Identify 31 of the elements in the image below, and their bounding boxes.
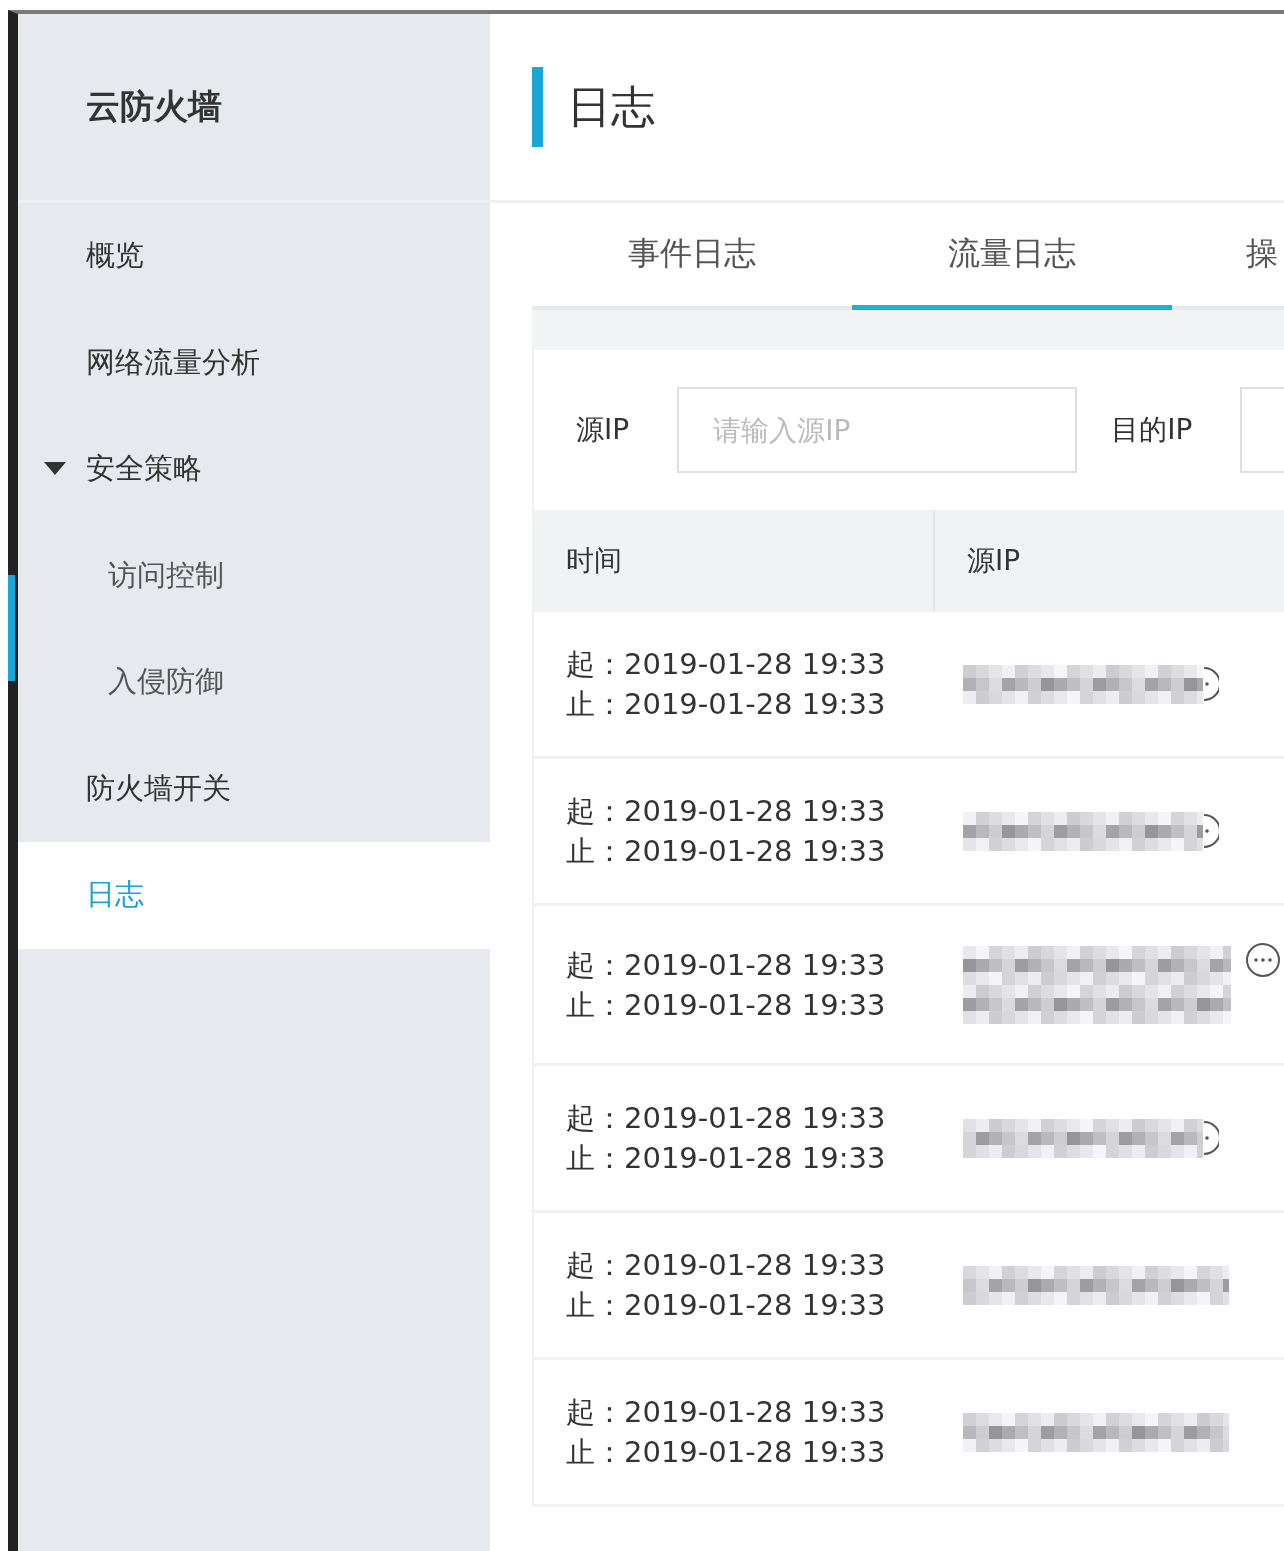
end-time: 止：2019-01-28 19:33	[566, 1140, 887, 1177]
end-time: 止：2019-01-28 19:33	[566, 986, 887, 1024]
start-time: 起：2019-01-28 19:33	[566, 946, 887, 984]
column-header: 源IP	[966, 543, 1022, 579]
tab[interactable]: 操	[1172, 203, 1284, 310]
column-header: 时间	[534, 510, 935, 612]
start-time: 起：2019-01-28 19:33	[566, 1247, 887, 1284]
nav-item[interactable]: 防火墙开关	[18, 735, 490, 842]
end-time: 止：2019-01-28 19:33	[566, 833, 887, 870]
start-time: 起：2019-01-28 19:33	[566, 1394, 887, 1431]
nav-item[interactable]: 访问控制	[18, 522, 490, 629]
start-time: 起：2019-01-28 19:33	[566, 1100, 887, 1137]
page-title: 日志	[567, 79, 655, 134]
nav-item[interactable]: 安全策略	[18, 416, 490, 523]
more-icon[interactable]	[1203, 814, 1219, 848]
start-time: 起：2019-01-28 19:33	[566, 793, 887, 830]
filter-label: 源IP	[576, 412, 630, 448]
nav-item[interactable]: 入侵防御	[18, 629, 490, 736]
start-time: 起：2019-01-28 19:33	[566, 646, 887, 683]
tab[interactable]: 事件日志	[532, 203, 852, 310]
more-icon[interactable]	[1203, 667, 1219, 701]
more-icon[interactable]	[1203, 1121, 1219, 1155]
end-time: 止：2019-01-28 19:33	[566, 686, 887, 723]
ip-input-field[interactable]: 请输入源IP	[677, 387, 1078, 473]
nav-item[interactable]: 网络流量分析	[18, 309, 490, 416]
filter-label: 目的IP	[1111, 412, 1193, 448]
end-time: 止：2019-01-28 19:33	[566, 1287, 887, 1324]
more-icon[interactable]	[1245, 942, 1281, 978]
nav-item[interactable]: 概览	[18, 203, 490, 310]
end-time: 止：2019-01-28 19:33	[566, 1434, 887, 1471]
app-title: 云防火墙	[86, 85, 222, 128]
